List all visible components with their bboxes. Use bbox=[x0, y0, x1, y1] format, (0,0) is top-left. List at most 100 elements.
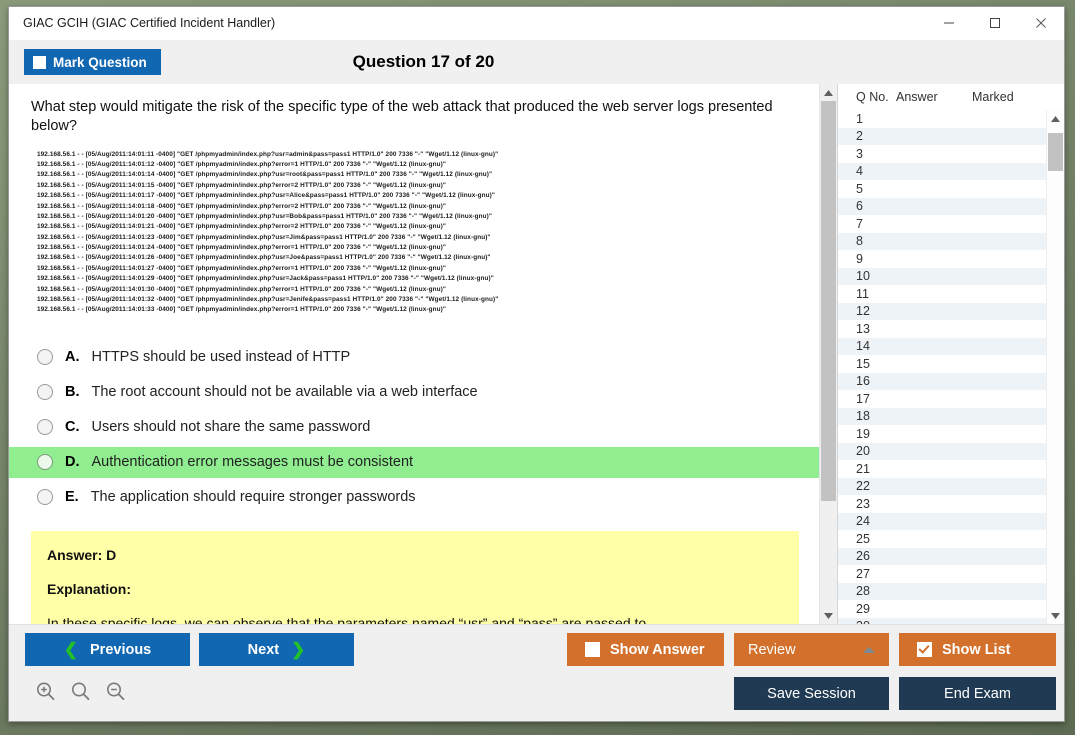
table-row[interactable]: 6 bbox=[838, 198, 1046, 216]
log-line: 192.168.56.1 - - [05/Aug/2011:14:01:11 -… bbox=[37, 150, 819, 160]
table-row[interactable]: 27 bbox=[838, 565, 1046, 583]
list-scroll-up-icon[interactable] bbox=[1047, 110, 1064, 127]
table-row[interactable]: 21 bbox=[838, 460, 1046, 478]
question-pane: What step would mitigate the risk of the… bbox=[9, 84, 837, 624]
option-text: HTTPS should be used instead of HTTP bbox=[92, 349, 351, 365]
radio-button-icon[interactable] bbox=[37, 349, 53, 365]
log-line: 192.168.56.1 - - [05/Aug/2011:14:01:20 -… bbox=[37, 212, 819, 222]
cell-question-number: 16 bbox=[838, 374, 896, 388]
minimize-icon[interactable] bbox=[926, 8, 972, 39]
table-row[interactable]: 18 bbox=[838, 408, 1046, 426]
cell-question-number: 8 bbox=[838, 234, 896, 248]
review-dropdown[interactable]: Review bbox=[734, 633, 889, 666]
table-row[interactable]: 3 bbox=[838, 145, 1046, 163]
cell-question-number: 6 bbox=[838, 199, 896, 213]
cell-question-number: 18 bbox=[838, 409, 896, 423]
table-row[interactable]: 1 bbox=[838, 110, 1046, 128]
chevron-up-icon bbox=[863, 647, 875, 653]
table-row[interactable]: 22 bbox=[838, 478, 1046, 496]
zoom-in-icon[interactable] bbox=[35, 681, 56, 707]
cell-question-number: 11 bbox=[838, 287, 896, 301]
scroll-thumb[interactable] bbox=[821, 101, 836, 501]
answer-option[interactable]: B.The root account should not be availab… bbox=[9, 377, 819, 408]
radio-button-icon[interactable] bbox=[37, 384, 53, 400]
table-row[interactable]: 15 bbox=[838, 355, 1046, 373]
log-line: 192.168.56.1 - - [05/Aug/2011:14:01:17 -… bbox=[37, 191, 819, 201]
radio-button-icon[interactable] bbox=[37, 454, 53, 470]
checkbox-icon bbox=[585, 642, 600, 657]
table-row[interactable]: 23 bbox=[838, 495, 1046, 513]
mark-question-button[interactable]: Mark Question bbox=[24, 49, 161, 75]
table-row[interactable]: 29 bbox=[838, 600, 1046, 618]
question-pane-scrollbar[interactable] bbox=[819, 84, 837, 624]
table-row[interactable]: 2 bbox=[838, 128, 1046, 146]
zoom-reset-icon[interactable] bbox=[70, 681, 91, 707]
scroll-up-icon[interactable] bbox=[820, 84, 837, 101]
maximize-icon[interactable] bbox=[972, 8, 1018, 39]
option-text: Users should not share the same password bbox=[92, 419, 371, 435]
table-row[interactable]: 5 bbox=[838, 180, 1046, 198]
table-row[interactable]: 20 bbox=[838, 443, 1046, 461]
cell-question-number: 29 bbox=[838, 602, 896, 616]
window-body: Mark Question Question 17 of 20 What ste… bbox=[9, 40, 1064, 721]
end-exam-button[interactable]: End Exam bbox=[899, 677, 1056, 710]
table-row[interactable]: 28 bbox=[838, 583, 1046, 601]
radio-button-icon[interactable] bbox=[37, 489, 53, 505]
answer-option[interactable]: A.HTTPS should be used instead of HTTP bbox=[9, 342, 819, 373]
table-row[interactable]: 17 bbox=[838, 390, 1046, 408]
table-row[interactable]: 4 bbox=[838, 163, 1046, 181]
show-list-label: Show List bbox=[942, 642, 1010, 658]
close-icon[interactable] bbox=[1018, 8, 1064, 39]
next-label: Next bbox=[248, 642, 279, 658]
option-text: The application should require stronger … bbox=[91, 489, 416, 505]
content-area: What step would mitigate the risk of the… bbox=[9, 84, 1064, 624]
question-list-pane: Q No. Answer Marked 12345678910111213141… bbox=[837, 84, 1064, 624]
question-text: What step would mitigate the risk of the… bbox=[9, 84, 819, 136]
log-line: 192.168.56.1 - - [05/Aug/2011:14:01:12 -… bbox=[37, 160, 819, 170]
cell-question-number: 13 bbox=[838, 322, 896, 336]
table-row[interactable]: 9 bbox=[838, 250, 1046, 268]
list-scroll-thumb[interactable] bbox=[1048, 133, 1063, 171]
next-button[interactable]: Next ❯ bbox=[199, 633, 354, 666]
end-exam-label: End Exam bbox=[944, 686, 1011, 702]
option-letter: D. bbox=[65, 454, 80, 470]
table-row[interactable]: 19 bbox=[838, 425, 1046, 443]
scroll-track[interactable] bbox=[820, 101, 837, 607]
log-line: 192.168.56.1 - - [05/Aug/2011:14:01:33 -… bbox=[37, 305, 819, 315]
answer-option[interactable]: C.Users should not share the same passwo… bbox=[9, 412, 819, 443]
answer-option[interactable]: D. Authentication error messages must be … bbox=[9, 447, 819, 478]
table-row[interactable]: 7 bbox=[838, 215, 1046, 233]
table-row[interactable]: 11 bbox=[838, 285, 1046, 303]
table-row[interactable]: 13 bbox=[838, 320, 1046, 338]
table-row[interactable]: 26 bbox=[838, 548, 1046, 566]
web-server-log-block: 192.168.56.1 - - [05/Aug/2011:14:01:11 -… bbox=[37, 150, 819, 316]
zoom-out-icon[interactable] bbox=[105, 681, 126, 707]
option-letter: B. bbox=[65, 384, 80, 400]
save-session-button[interactable]: Save Session bbox=[734, 677, 889, 710]
show-answer-button[interactable]: Show Answer bbox=[567, 633, 724, 666]
table-row[interactable]: 25 bbox=[838, 530, 1046, 548]
log-line: 192.168.56.1 - - [05/Aug/2011:14:01:24 -… bbox=[37, 243, 819, 253]
show-list-button[interactable]: Show List bbox=[899, 633, 1056, 666]
table-row[interactable]: 12 bbox=[838, 303, 1046, 321]
list-scroll-down-icon[interactable] bbox=[1047, 607, 1064, 624]
cell-question-number: 23 bbox=[838, 497, 896, 511]
cell-question-number: 28 bbox=[838, 584, 896, 598]
previous-button[interactable]: ❮ Previous bbox=[25, 633, 190, 666]
question-list-scrollbar[interactable] bbox=[1046, 110, 1064, 624]
list-scroll-track[interactable] bbox=[1047, 127, 1064, 607]
table-row[interactable]: 8 bbox=[838, 233, 1046, 251]
radio-button-icon[interactable] bbox=[37, 419, 53, 435]
table-row[interactable]: 24 bbox=[838, 513, 1046, 531]
option-text: Authentication error messages must be co… bbox=[92, 454, 414, 470]
table-row[interactable]: 16 bbox=[838, 373, 1046, 391]
answer-option[interactable]: E. The application should require stronge… bbox=[9, 482, 819, 513]
scroll-down-icon[interactable] bbox=[820, 607, 837, 624]
option-letter: E. bbox=[65, 489, 79, 505]
checkbox-icon bbox=[33, 56, 46, 69]
cell-question-number: 14 bbox=[838, 339, 896, 353]
window-titlebar: GIAC GCIH (GIAC Certified Incident Handl… bbox=[9, 7, 1064, 40]
question-list-body: 1234567891011121314151617181920212223242… bbox=[838, 110, 1064, 624]
table-row[interactable]: 14 bbox=[838, 338, 1046, 356]
table-row[interactable]: 10 bbox=[838, 268, 1046, 286]
